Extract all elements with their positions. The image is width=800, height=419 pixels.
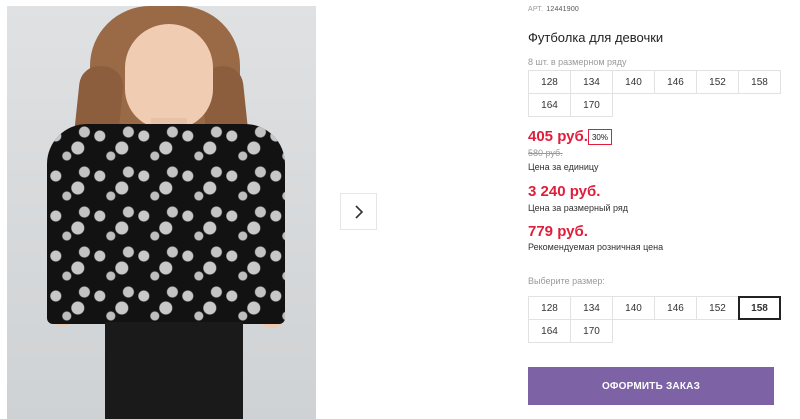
product-gallery: [0, 0, 501, 419]
size-option[interactable]: 164: [528, 319, 571, 343]
size-option[interactable]: 146: [654, 296, 697, 320]
row-size-cell: 140: [612, 70, 655, 94]
model-tshirt: [47, 124, 285, 324]
row-size-cell: 128: [528, 70, 571, 94]
model-pants: [105, 322, 243, 419]
size-option[interactable]: 140: [612, 296, 655, 320]
old-price: 580 руб.: [528, 148, 563, 158]
order-button[interactable]: ОФОРМИТЬ ЗАКАЗ: [528, 367, 774, 405]
article-number: АРТ. 12441900: [528, 6, 579, 13]
product-photo[interactable]: [7, 6, 316, 419]
unit-price: 405 руб.: [528, 128, 588, 145]
row-price-note: Цена за размерный ряд: [528, 203, 629, 213]
size-row-note: 8 шт. в размерном ряду: [528, 57, 627, 67]
row-size-cell: 164: [528, 93, 571, 117]
unit-price-note: Цена за единицу: [528, 162, 599, 172]
size-option-selected[interactable]: 158: [738, 296, 781, 320]
recommended-price: 779 руб.: [528, 223, 588, 240]
row-size-cell: 170: [570, 93, 613, 117]
row-size-cell: 158: [738, 70, 781, 94]
size-option[interactable]: 152: [696, 296, 739, 320]
choose-size-label: Выберите размер:: [528, 276, 605, 286]
tshirt-print: [47, 124, 285, 324]
model-face: [125, 24, 213, 129]
size-option[interactable]: 128: [528, 296, 571, 320]
article-code: 12441900: [546, 6, 580, 13]
recommended-price-note: Рекомендуемая розничная цена: [528, 242, 664, 252]
article-label: АРТ.: [528, 6, 544, 13]
size-picker: 128 134 140 146 152 158 164 170: [528, 296, 781, 343]
size-option[interactable]: 134: [570, 296, 613, 320]
row-size-cell: 134: [570, 70, 613, 94]
size-option[interactable]: 170: [570, 319, 613, 343]
chevron-right-icon: [354, 204, 363, 219]
size-row-grid: 128 134 140 146 152 158 164 170: [528, 70, 781, 117]
product-title: Футболка для девочки: [528, 30, 664, 45]
row-price: 3 240 руб.: [528, 183, 601, 200]
discount-badge: 30%: [588, 129, 612, 145]
row-size-cell: 152: [696, 70, 739, 94]
next-image-button[interactable]: [340, 193, 377, 230]
row-size-cell: 146: [654, 70, 697, 94]
